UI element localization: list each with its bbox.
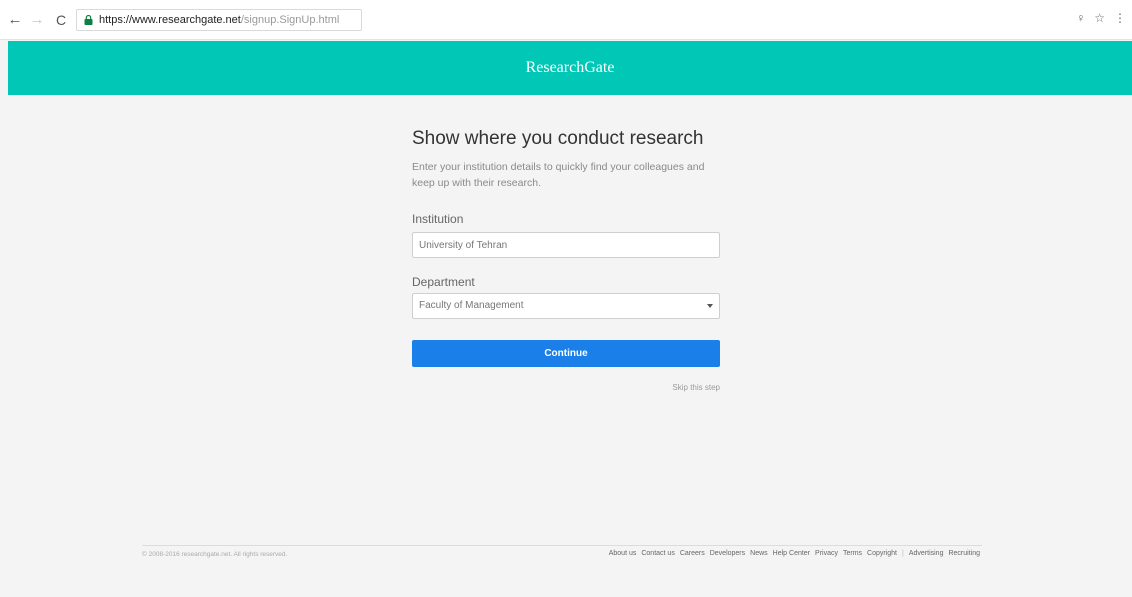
footer-link-recruiting[interactable]: Recruiting [948,550,980,557]
footer-separator: | [902,550,904,557]
browser-actions: ♀ ☆ ⋮ [1076,11,1126,25]
footer-link-careers[interactable]: Careers [680,550,705,557]
department-select[interactable]: Faculty of Management [412,293,720,319]
forward-arrow-icon[interactable]: → [28,11,46,29]
footer-link-help-center[interactable]: Help Center [773,550,810,557]
site-logo[interactable]: ResearchGate [8,41,1132,95]
footer-copyright: © 2008-2016 researchgate.net. All rights… [142,551,288,558]
institution-label: Institution [412,212,464,226]
site-header: ResearchGate [8,41,1132,95]
address-bar[interactable]: https://www.researchgate.net/signup.Sign… [76,9,362,31]
footer-link-copyright[interactable]: Copyright [867,550,897,557]
department-label: Department [412,275,475,289]
footer-link-developers[interactable]: Developers [710,550,745,557]
footer-link-news[interactable]: News [750,550,768,557]
browser-toolbar: ← → C https://www.researchgate.net/signu… [0,0,1132,40]
back-arrow-icon[interactable]: ← [6,11,24,29]
footer-link-advertising[interactable]: Advertising [909,550,944,557]
star-bookmark-icon[interactable]: ☆ [1094,11,1105,25]
footer-link-contact[interactable]: Contact us [641,550,674,557]
skip-step-link[interactable]: Skip this step [672,383,720,392]
continue-button[interactable]: Continue [412,340,720,367]
menu-icon[interactable]: ⋮ [1114,11,1126,25]
footer-link-privacy[interactable]: Privacy [815,550,838,557]
institution-input[interactable] [412,232,720,258]
department-selected-value: Faculty of Management [419,300,524,311]
key-icon[interactable]: ♀ [1076,11,1085,25]
footer-divider [142,545,982,546]
reload-icon[interactable]: C [52,11,70,29]
lock-icon [84,15,93,25]
page-title: Show where you conduct research [412,128,704,149]
page-subtitle: Enter your institution details to quickl… [412,161,705,189]
chevron-down-icon [707,304,713,308]
footer-link-terms[interactable]: Terms [843,550,862,557]
signup-form: Show where you conduct research Enter yo… [412,128,720,392]
url-path: /signup.SignUp.html [240,14,340,26]
footer-links: About us Contact us Careers Developers N… [609,550,980,557]
footer-link-about[interactable]: About us [609,550,637,557]
url-host: https://www.researchgate.net [99,14,241,26]
